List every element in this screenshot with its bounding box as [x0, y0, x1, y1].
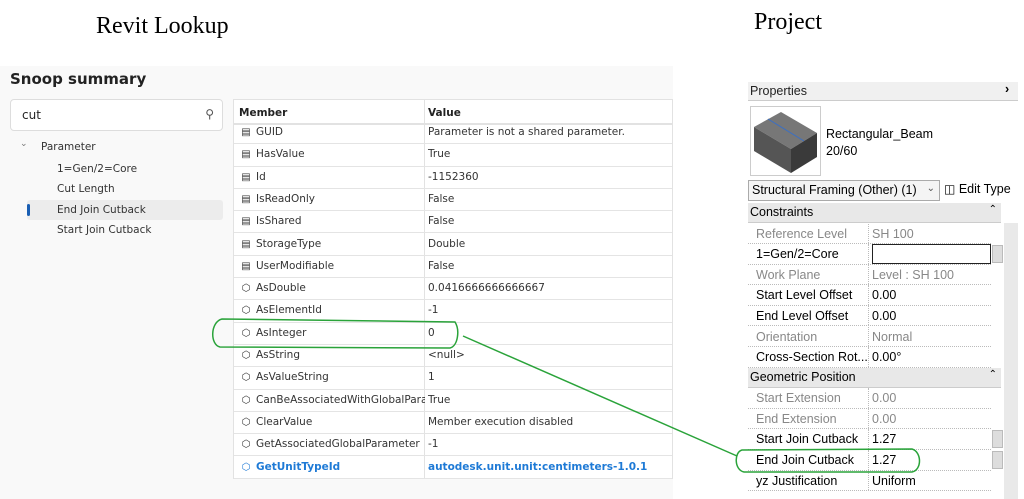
highlight-ellipse-asinteger: [212, 318, 459, 349]
connector-line: [462, 335, 738, 457]
highlight-ellipse-end-join-cutback: [735, 448, 921, 473]
annotation-overlay: [212, 318, 921, 473]
